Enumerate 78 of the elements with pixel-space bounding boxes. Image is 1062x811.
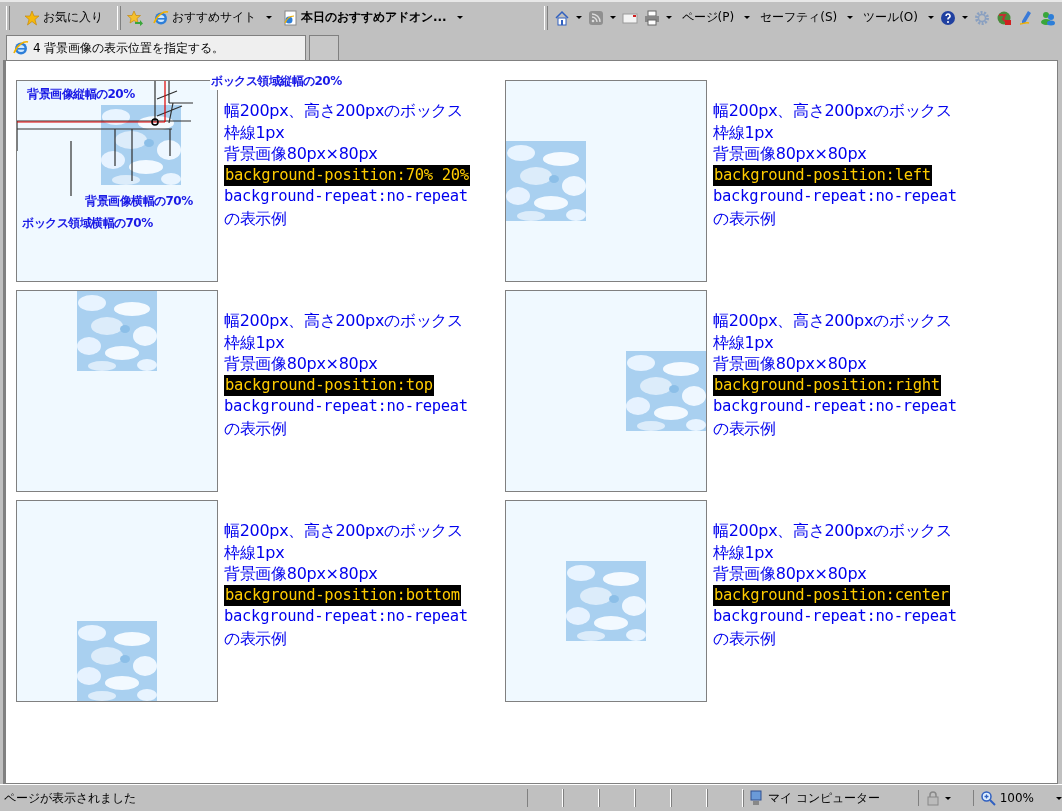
status-pane [526,789,563,807]
description-text: 背景画像80px×80px [224,143,379,165]
caret-icon[interactable] [456,16,463,19]
link-button[interactable]: おすすめサイト [149,7,260,28]
description-text: 枠線1px [713,541,775,563]
description-text: 枠線1px [224,541,286,563]
description-text: 枠線1px [713,331,775,353]
annotation-label: 背景画像縦幅の20% [27,86,135,103]
caret-icon[interactable] [944,796,951,800]
description-text: 背景画像80px×80px [713,563,868,585]
caret-icon[interactable] [744,16,751,19]
status-pane [634,789,671,807]
description-text: 背景画像80px×80px [713,353,868,375]
description-text: 幅200px、高さ200pxのボックス [713,100,953,122]
menu-button[interactable]: ツール(O) [859,7,922,28]
caret-icon[interactable] [266,16,272,19]
star-icon [24,9,40,26]
caret-icon[interactable] [609,16,616,19]
description-text: background-repeat:no-repeat [224,186,469,207]
favorites-button[interactable]: お気に入り [16,7,111,28]
browser-e-icon [153,9,169,26]
description-text: 幅200px、高さ200pxのボックス [224,100,464,122]
description-text: 枠線1px [224,331,286,353]
link-button[interactable]: 本日のおすすめアドオン... [278,7,451,28]
caret-icon[interactable] [665,16,672,19]
description-text: 幅200px、高さ200pxのボックス [713,310,953,332]
description-text: の表示例 [224,207,288,229]
page-icon [282,9,298,26]
status-pane [670,789,707,807]
zone-label: マイ コンピューター [767,789,880,807]
description-text: の表示例 [713,627,777,649]
status-pane [706,789,743,807]
description-text: 背景画像80px×80px [713,143,868,165]
description-text: background-repeat:no-repeat [713,606,957,627]
highlighted-text: background-position:right [713,374,941,396]
menu-button[interactable]: ページ(P) [677,7,739,28]
computer-icon [747,790,764,806]
status-pane [598,789,635,807]
zoom-icon [979,790,996,806]
caret-icon[interactable] [928,16,934,19]
highlighted-text: background-position:70% 20% [224,164,470,186]
description-text: background-repeat:no-repeat [224,606,468,627]
description-text: 枠線1px [713,121,775,143]
description-text: background-repeat:no-repeat [224,396,468,417]
description-text: 枠線1px [224,121,286,143]
star-arrow-icon[interactable] [127,9,143,26]
menu-button[interactable]: セーフティ(S) [756,7,842,28]
description-text: 背景画像80px×80px [224,353,379,375]
highlighted-text: background-position:left [713,164,932,186]
highlighted-text: background-position:bottom [224,584,461,606]
caret-icon[interactable] [847,16,854,19]
annotation-label: ボックス領域横幅の70% [22,215,153,232]
description-text: の表示例 [224,417,288,439]
annotation-label: ボックス領域縦幅の20% [210,73,343,90]
description-text: background-repeat:no-repeat [713,186,957,207]
browser-tab[interactable]: 4 背景画像の表示位置を指定する。 [6,35,306,60]
description-text: 幅200px、高さ200pxのボックス [713,520,953,542]
description-text: 背景画像80px×80px [224,563,379,585]
annotation-label: 背景画像横幅の70% [85,193,193,210]
status-message: ページが表示されました [3,789,137,807]
description-text: 幅200px、高さ200pxのボックス [224,520,464,542]
printer-icon[interactable] [643,9,660,26]
description-text: の表示例 [224,627,288,649]
caret-icon[interactable] [575,16,582,19]
browser-e-icon [13,40,29,56]
caret-icon[interactable] [1056,796,1062,800]
description-text: background-repeat:no-repeat [713,396,957,417]
help-icon[interactable] [940,9,956,26]
globe-icon[interactable] [996,9,1012,26]
description-text: の表示例 [713,207,777,229]
caret-icon[interactable] [962,16,968,19]
highlighted-text: background-position:top [224,374,434,396]
description-text: の表示例 [713,417,777,439]
description-text: 幅200px、高さ200pxのボックス [224,310,464,332]
zoom-button[interactable]: 100% [972,790,1056,806]
highlighted-text: background-position:center [713,584,950,606]
status-pane [562,789,599,807]
home-icon[interactable] [553,9,570,26]
